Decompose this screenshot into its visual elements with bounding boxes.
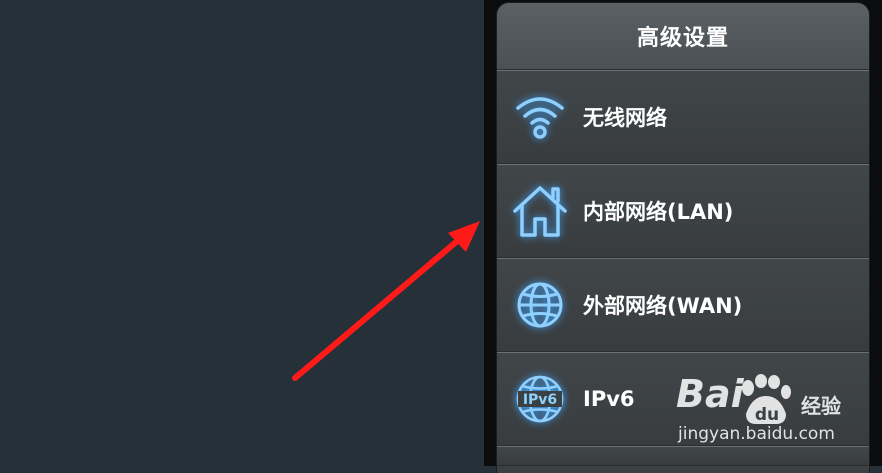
wifi-icon <box>497 70 583 164</box>
baidu-jingyan-watermark: du Bai 经验 jingyan.baidu.com <box>676 372 866 452</box>
menu-item-wan[interactable]: 外部网络(WAN) <box>497 258 869 352</box>
menu-item-label: 内部网络(LAN) <box>583 200 734 224</box>
watermark-du: du <box>755 405 779 425</box>
menu-title: 高级设置 <box>497 3 869 70</box>
menu-item-wireless[interactable]: 无线网络 <box>497 70 869 164</box>
ipv6-globe-icon: IPv6 <box>497 352 583 446</box>
menu-item-label: 无线网络 <box>583 106 667 130</box>
paw-icon: du <box>742 374 791 425</box>
watermark-url: jingyan.baidu.com <box>678 424 835 444</box>
content-area <box>0 0 484 466</box>
menu-item-label: 外部网络(WAN) <box>583 294 743 318</box>
menu-item-label: IPv6 <box>583 387 635 411</box>
svg-text:IPv6: IPv6 <box>523 392 557 408</box>
home-icon <box>497 164 583 258</box>
menu-item-lan[interactable]: 内部网络(LAN) <box>497 164 869 258</box>
watermark-brand: Bai <box>676 372 744 416</box>
globe-icon <box>497 258 583 352</box>
watermark-suffix: 经验 <box>801 394 841 418</box>
